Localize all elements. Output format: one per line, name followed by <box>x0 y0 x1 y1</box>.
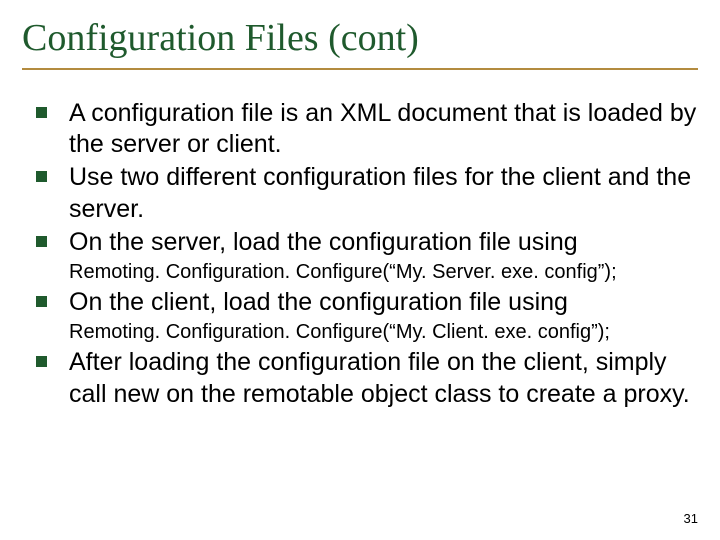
bullet-icon <box>36 171 47 182</box>
bullet-text: After loading the configuration file on … <box>69 347 698 410</box>
bullet-icon <box>36 236 47 247</box>
code-line-client: Remoting. Configuration. Configure(“My. … <box>69 320 698 345</box>
bullet-item: A configuration file is an XML document … <box>36 98 698 161</box>
bullet-icon <box>36 296 47 307</box>
bullet-item: Use two different configuration files fo… <box>36 162 698 225</box>
bullet-text: A configuration file is an XML document … <box>69 98 698 161</box>
content-area: A configuration file is an XML document … <box>22 98 698 410</box>
bullet-text: On the client, load the configuration fi… <box>69 287 568 318</box>
slide-title: Configuration Files (cont) <box>22 12 698 70</box>
bullet-item: After loading the configuration file on … <box>36 347 698 410</box>
bullet-text: On the server, load the configuration fi… <box>69 227 578 258</box>
bullet-item: On the client, load the configuration fi… <box>36 287 698 318</box>
slide: Configuration Files (cont) A configurati… <box>0 0 720 540</box>
code-line-server: Remoting. Configuration. Configure(“My. … <box>69 260 698 285</box>
bullet-text: Use two different configuration files fo… <box>69 162 698 225</box>
bullet-icon <box>36 107 47 118</box>
page-number: 31 <box>684 511 698 526</box>
bullet-icon <box>36 356 47 367</box>
bullet-item: On the server, load the configuration fi… <box>36 227 698 258</box>
